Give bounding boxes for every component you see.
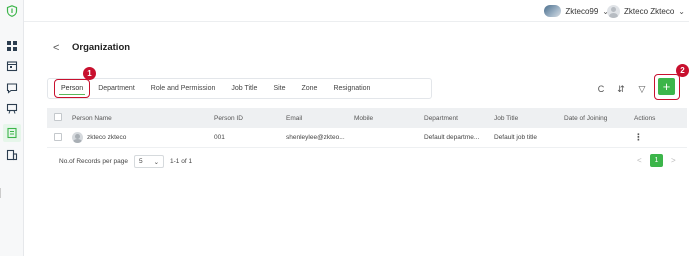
next-page-button[interactable]: >	[671, 156, 676, 165]
message-icon[interactable]	[6, 82, 18, 94]
table-row[interactable]: zkteco zkteco 001 shenleylee@zkteo... De…	[47, 128, 687, 148]
sidebar	[0, 0, 24, 256]
cell-person-name: zkteco zkteco	[87, 134, 127, 141]
header-mobile[interactable]: Mobile	[354, 115, 424, 122]
annotation-badge-2: 2	[676, 64, 689, 77]
previous-page-button[interactable]: <	[637, 156, 642, 165]
calendar-icon[interactable]	[6, 60, 18, 72]
tab-site[interactable]: Site	[265, 79, 293, 98]
pagination-bar: No.of Records per page 5 ⌄ 1-1 of 1	[59, 155, 192, 168]
records-per-page-label: No.of Records per page	[59, 158, 129, 165]
add-highlight-box: +	[654, 74, 680, 100]
back-button[interactable]: <	[53, 42, 59, 54]
table-header: Person Name Person ID Email Mobile Depar…	[47, 108, 687, 128]
devices-icon[interactable]	[6, 149, 18, 161]
cell-person-id: 001	[214, 134, 225, 141]
user-menu-secondary[interactable]: Zkteco Zkteco ⌄	[607, 4, 685, 18]
tab-job-title[interactable]: Job Title	[223, 79, 265, 98]
records-per-page-select[interactable]: 5 ⌄	[134, 155, 165, 168]
avatar	[72, 132, 83, 143]
edge-divider	[0, 188, 1, 198]
user-name-secondary: Zkteco Zkteco	[624, 6, 675, 16]
header-person-id[interactable]: Person ID	[214, 115, 286, 122]
page-title: Organization	[72, 42, 131, 53]
annotation-badge-1: 1	[83, 67, 96, 80]
tab-zone[interactable]: Zone	[294, 79, 326, 98]
cell-email: shenleylee@zkteo...	[286, 134, 345, 141]
header-actions: Actions	[634, 114, 656, 122]
header-email[interactable]: Email	[286, 115, 354, 122]
avatar-icon	[607, 4, 621, 18]
header-date-of-joining[interactable]: Date of Joining	[564, 115, 634, 122]
user-menu-primary[interactable]: Zkteco99 ⌄	[544, 4, 609, 18]
tab-bar: Person Department Role and Permission Jo…	[47, 78, 432, 99]
tab-department[interactable]: Department	[90, 79, 143, 98]
more-actions-icon[interactable]: ⋮	[634, 132, 643, 142]
cell-department: Default departme...	[424, 134, 480, 141]
top-bar: Zkteco99 ⌄ Zkteco Zkteco ⌄	[24, 0, 689, 22]
chevron-down-icon: ⌄	[678, 6, 685, 16]
add-person-button[interactable]: +	[658, 78, 675, 95]
refresh-icon[interactable]: C	[595, 83, 607, 95]
shield-logo-icon[interactable]	[6, 5, 18, 17]
tab-resignation[interactable]: Resignation	[325, 79, 378, 98]
user-name-primary: Zkteco99	[565, 6, 599, 16]
chevron-down-icon: ⌄	[153, 158, 160, 166]
organization-icon[interactable]	[6, 127, 18, 139]
header-person-name[interactable]: Person Name	[62, 115, 214, 122]
row-checkbox[interactable]	[54, 132, 62, 141]
import-icon[interactable]: ⇵	[615, 83, 627, 95]
header-job-title[interactable]: Job Title	[494, 115, 564, 122]
tab-person[interactable]: Person	[54, 79, 91, 98]
report-icon[interactable]	[6, 103, 18, 115]
tab-role-and-permission[interactable]: Role and Permission	[143, 79, 224, 98]
header-department[interactable]: Department	[424, 115, 494, 122]
records-range: 1-1 of 1	[170, 158, 193, 165]
records-per-page-value: 5	[139, 158, 143, 165]
page-1-button[interactable]: 1	[650, 154, 663, 167]
dashboard-icon[interactable]	[6, 40, 18, 52]
avatar-icon	[544, 5, 562, 17]
cell-job-title: Default job title	[494, 134, 537, 141]
person-table: Person Name Person ID Email Mobile Depar…	[47, 108, 687, 148]
select-all-checkbox[interactable]	[54, 113, 62, 121]
filter-icon[interactable]: ▽	[636, 83, 648, 95]
